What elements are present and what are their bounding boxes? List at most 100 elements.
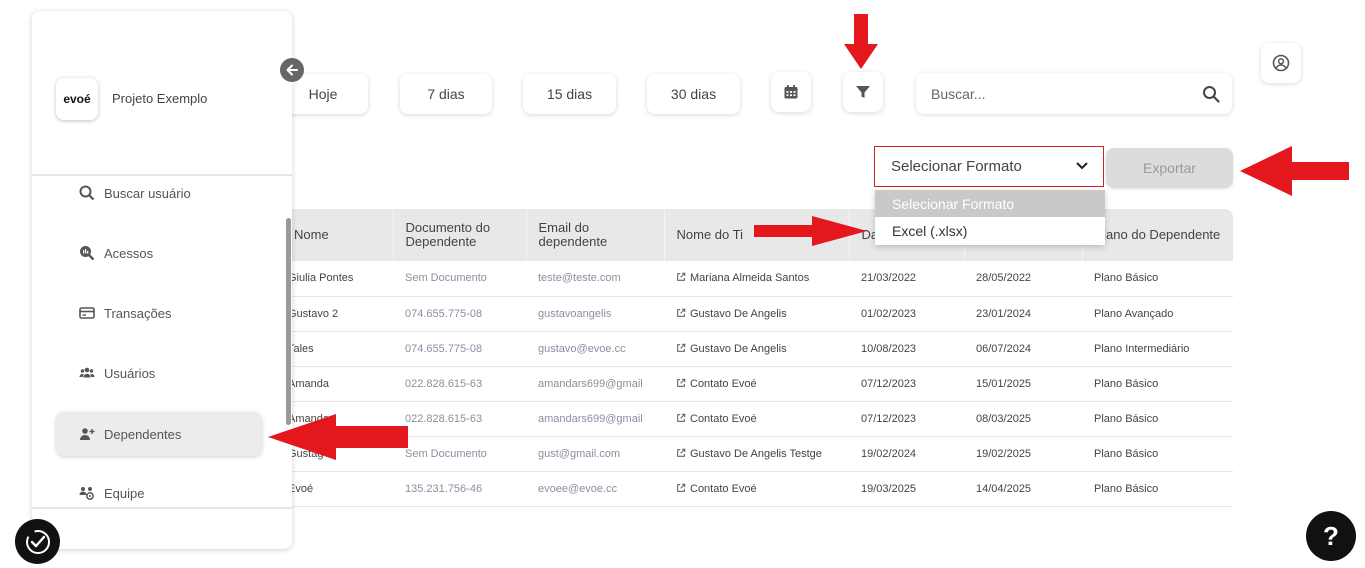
search-input[interactable] (931, 85, 1202, 102)
cell-titular[interactable]: Gustavo De Angelis (664, 296, 849, 332)
cell-text: 022.828.615-63 (405, 377, 483, 390)
cell-email: teste@teste.com (526, 261, 664, 297)
format-option-xlsx[interactable]: Excel (.xlsx) (875, 217, 1105, 244)
team-icon (78, 484, 96, 502)
cell-text: 08/03/2025 (976, 412, 1032, 425)
table-row[interactable]: Tales 074.655.775-08 gustavo@evoe.cc Gustav… (260, 331, 1233, 367)
sidebar-item-label: Buscar usuário (104, 185, 191, 201)
cell-documento: 135.231.756-46 (393, 471, 526, 507)
search-icon (78, 184, 96, 202)
cell-titular[interactable]: Contato Evoé (664, 401, 849, 437)
format-select-value: Selecionar Formato (891, 158, 1022, 175)
cell-titular[interactable]: Mariana Almeida Santos (664, 261, 849, 297)
cell-text: amandars699@gmail (538, 412, 643, 425)
cell-adesao: 07/12/2023 (849, 401, 964, 437)
format-select[interactable]: Selecionar Formato (874, 146, 1104, 187)
cell-plano: Plano Básico (1082, 436, 1233, 472)
cell-text: Contato Evoé (690, 482, 757, 495)
external-link-icon (677, 308, 686, 317)
cell-expiracao: 06/07/2024 (964, 331, 1082, 367)
cell-text: Gustag (288, 447, 324, 460)
export-button[interactable]: Exportar (1106, 148, 1233, 188)
status-badge[interactable] (15, 519, 60, 564)
cell-text: amandars699@gmail (538, 377, 643, 390)
access-search-icon (78, 244, 96, 262)
cell-text: 01/02/2023 (861, 307, 917, 320)
cell-text: 074.655.775-08 (405, 307, 483, 320)
cell-text: Giulia Pontes (288, 272, 354, 285)
filter-icon (856, 86, 870, 98)
sidebar-item-transacoes[interactable]: Transações (56, 291, 262, 335)
sidebar-item-buscar-usuario[interactable]: Buscar usuário (56, 171, 262, 215)
column-header-titular[interactable]: Nome do Ti (664, 209, 850, 261)
format-option-placeholder[interactable]: Selecionar Formato (875, 190, 1105, 217)
filter-button[interactable] (843, 72, 883, 112)
cell-adesao: 07/12/2023 (849, 366, 964, 402)
cell-text: 15/01/2025 (976, 377, 1032, 390)
collapse-sidebar-button[interactable] (280, 58, 304, 82)
calendar-icon (784, 85, 798, 99)
cell-adesao: 19/03/2025 (849, 471, 964, 507)
help-button[interactable]: ? (1306, 511, 1356, 561)
arrow-left-icon (286, 64, 298, 76)
cell-text: gustavo@evoe.cc (538, 342, 626, 355)
dependents-table: Nome Documento do Dependente Email do de… (260, 209, 1233, 507)
sidebar-item-label: Usuários (104, 365, 156, 381)
period-15-days-button[interactable]: 15 dias (523, 74, 616, 114)
cell-email: gust@gmail.com (526, 436, 664, 472)
annotation-arrow-filter (844, 14, 878, 69)
external-link-icon (677, 272, 686, 282)
cell-documento: 022.828.615-63 (393, 366, 526, 402)
cell-titular[interactable]: Gustavo De Angelis Testge (664, 436, 849, 472)
calendar-button[interactable] (771, 72, 811, 112)
cell-expiracao: 19/02/2025 (964, 436, 1082, 472)
cell-titular[interactable]: Contato Evoé (664, 471, 849, 507)
cell-titular[interactable]: Contato Evoé (664, 366, 849, 402)
cell-text: Contato Evoé (690, 412, 757, 425)
cell-adesao: 10/08/2023 (849, 331, 964, 367)
cell-documento: Sem Documento (393, 261, 526, 297)
cell-email: evoee@evoe.cc (526, 471, 664, 507)
table-row[interactable]: Amanda 022.828.615-63 amandars699@gmail Con… (260, 366, 1233, 402)
cell-text: 21/03/2022 (861, 272, 917, 285)
cell-text: 28/05/2022 (976, 272, 1032, 285)
external-link-icon (677, 448, 686, 457)
cell-text: Plano Básico (1094, 377, 1159, 390)
cell-email: amandars699@gmail (526, 366, 664, 402)
cell-text: Plano Intermediário (1094, 342, 1190, 355)
cell-documento: 074.655.775-08 (393, 331, 526, 367)
cell-text: evoee@evoe.cc (538, 482, 618, 495)
cell-plano: Plano Básico (1082, 401, 1233, 437)
column-header-email[interactable]: Email do dependente (526, 209, 665, 261)
check-badge-icon (25, 529, 50, 554)
sidebar-item-label: Equipe (104, 485, 145, 501)
format-dropdown: Selecionar Formato Excel (.xlsx) (875, 190, 1105, 245)
column-header-documento[interactable]: Documento do Dependente (393, 209, 527, 261)
table-row[interactable]: Evoé 135.231.756-46 evoee@evoe.cc Contato E… (260, 471, 1233, 507)
sidebar-item-label: Acessos (104, 245, 154, 261)
users-icon (78, 364, 96, 382)
table-row[interactable]: Gustavo 2 074.655.775-08 gustavoangelis Gus… (260, 296, 1233, 332)
cell-titular[interactable]: Gustavo De Angelis (664, 331, 849, 367)
sidebar-scrollbar[interactable] (286, 218, 291, 425)
cell-text: Plano Básico (1094, 412, 1159, 425)
cell-plano: Plano Básico (1082, 471, 1233, 507)
cell-text: Gustavo 2 (288, 307, 339, 320)
sidebar-item-acessos[interactable]: Acessos (56, 231, 262, 275)
profile-button[interactable] (1261, 43, 1301, 83)
table-row[interactable]: Giulia Pontes Sem Documento teste@teste.co… (260, 261, 1233, 297)
cell-text: teste@teste.com (538, 272, 621, 285)
search-box[interactable] (916, 73, 1232, 114)
sidebar-item-usuarios[interactable]: Usuários (56, 351, 262, 395)
table-row[interactable]: Amanda 022.828.615-63 amandars699@gmail Con… (260, 401, 1233, 437)
cell-adesao: 19/02/2024 (849, 436, 964, 472)
sidebar-item-dependentes[interactable]: Dependentes (56, 412, 262, 456)
period-7-days-button[interactable]: 7 dias (400, 74, 492, 114)
cell-text: 19/02/2024 (861, 447, 917, 460)
user-circle-icon (1272, 54, 1290, 72)
period-30-days-button[interactable]: 30 dias (647, 74, 740, 114)
cell-text: gust@gmail.com (538, 447, 621, 460)
cell-email: gustavoangelis (526, 296, 664, 332)
cell-text: 23/01/2024 (976, 307, 1032, 320)
table-row[interactable]: Gustag Sem Documento gust@gmail.com Gustavo… (260, 436, 1233, 472)
